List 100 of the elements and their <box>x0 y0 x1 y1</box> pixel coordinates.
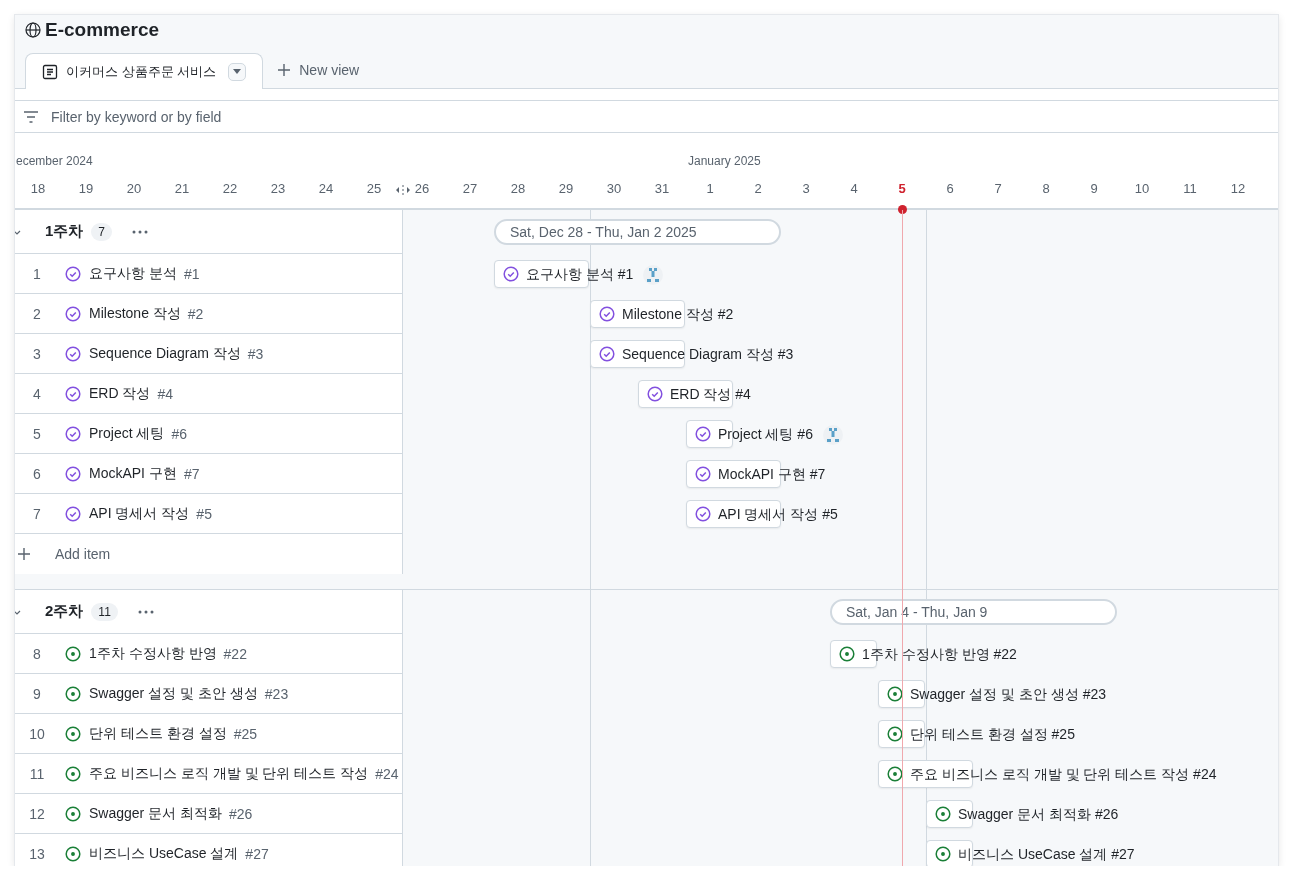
item-title[interactable]: Swagger 설정 및 초안 생성 <box>89 684 258 703</box>
table-icon <box>42 63 58 80</box>
count-badge: 11 <box>91 602 118 621</box>
completed-icon <box>599 306 615 322</box>
timeline-bar[interactable] <box>638 380 733 408</box>
completed-icon <box>695 426 711 442</box>
row-number: 5 <box>32 425 42 442</box>
item-title[interactable]: ERD 작성 <box>89 384 151 403</box>
day-label: 20 <box>126 181 142 196</box>
bar-label: 주요 비즈니스 로직 개발 및 단위 테스트 작성 #24 <box>910 766 1217 784</box>
add-item-button[interactable]: Add item <box>55 546 111 562</box>
row-number: 9 <box>32 685 42 702</box>
completed-icon <box>65 345 81 362</box>
day-label: 9 <box>1090 181 1098 196</box>
day-label: 23 <box>270 181 286 196</box>
item-title[interactable]: 요구사항 분석 <box>89 264 177 283</box>
issue-number: #2 <box>187 305 204 322</box>
kebab-icon <box>132 229 149 234</box>
day-label: 27 <box>462 181 478 196</box>
day-label: 24 <box>318 181 334 196</box>
row-number: 2 <box>32 305 42 322</box>
item-title[interactable]: 1주차 수정사항 반영 <box>89 644 217 663</box>
completed-icon <box>65 505 81 522</box>
open-issue-icon <box>839 646 855 662</box>
completed-icon <box>65 425 81 442</box>
open-issue-icon <box>935 846 951 862</box>
timeline-bar[interactable] <box>494 260 589 288</box>
plus-icon <box>277 63 292 77</box>
day-label: 12 <box>1230 181 1246 196</box>
completed-icon <box>695 506 711 522</box>
bar-label: 1주차 수정사항 반영 #22 <box>862 646 1017 664</box>
day-label: 8 <box>1042 181 1050 196</box>
day-label: 21 <box>174 181 190 196</box>
resize-handle-icon[interactable] <box>396 185 410 195</box>
open-issue-icon <box>65 765 81 782</box>
completed-icon <box>65 385 81 402</box>
day-label: 2 <box>754 181 762 196</box>
item-title[interactable]: Milestone 작성 <box>89 304 181 323</box>
item-title[interactable]: 비즈니스 UseCase 설계 <box>89 844 239 863</box>
item-title[interactable]: API 명세서 작성 <box>89 504 190 523</box>
bar-label: 요구사항 분석 #1 <box>526 266 634 284</box>
row-number: 6 <box>32 465 42 482</box>
row-number: 12 <box>28 805 46 822</box>
issue-number: #6 <box>171 425 188 442</box>
project-title: E-commerce <box>45 19 160 41</box>
day-label: 3 <box>802 181 810 196</box>
open-issue-icon <box>65 725 81 742</box>
month-label: January 2025 <box>688 154 761 168</box>
item-title[interactable]: Sequence Diagram 작성 <box>89 344 241 363</box>
item-title[interactable]: 주요 비즈니스 로직 개발 및 단위 테스트 작성 <box>89 764 369 783</box>
issue-number: #27 <box>245 845 269 862</box>
view-tab[interactable]: 이커머스 상품주문 서비스 <box>25 53 264 89</box>
timeline-bar[interactable] <box>686 460 781 488</box>
item-title[interactable]: 단위 테스트 환경 설정 <box>89 724 227 743</box>
day-label: 18 <box>30 181 46 196</box>
issue-number: #4 <box>157 385 174 402</box>
bar-label: MockAPI 구현 #7 <box>718 466 826 484</box>
open-issue-icon <box>65 845 81 862</box>
row-number: 8 <box>32 645 42 662</box>
day-label: 30 <box>606 181 622 196</box>
open-issue-icon <box>887 766 903 782</box>
day-label: 29 <box>558 181 574 196</box>
group-title: 1주차 <box>45 222 84 241</box>
day-label: 22 <box>222 181 238 196</box>
day-label: 4 <box>850 181 858 196</box>
open-issue-icon <box>65 805 81 822</box>
row-number: 11 <box>28 765 46 782</box>
row-number: 3 <box>32 345 42 362</box>
issue-number: #22 <box>223 645 247 662</box>
item-title[interactable]: Project 세팅 <box>89 424 165 443</box>
item-title[interactable]: Swagger 문서 최적화 <box>89 804 223 823</box>
bar-label: ERD 작성 #4 <box>670 386 751 404</box>
date-range-pill: Sat, Dec 28 - Thu, Jan 2 2025 <box>494 219 781 245</box>
dropdown-button[interactable] <box>228 62 247 81</box>
day-label: 6 <box>946 181 954 196</box>
day-label: 7 <box>994 181 1002 196</box>
day-label: 10 <box>1134 181 1150 196</box>
completed-icon <box>65 265 81 282</box>
filter-icon <box>23 110 39 123</box>
new-view-button[interactable]: New view <box>263 52 374 88</box>
day-label: 1 <box>706 181 714 196</box>
timeline-bar[interactable] <box>590 340 685 368</box>
bar-label: 단위 테스트 환경 설정 #25 <box>910 726 1075 744</box>
completed-icon <box>65 305 81 322</box>
bar-label: Swagger 설정 및 초안 생성 #23 <box>910 686 1107 704</box>
item-title[interactable]: MockAPI 구현 <box>89 464 177 483</box>
month-label: ecember 2024 <box>16 154 93 168</box>
timeline-bar[interactable] <box>590 300 685 328</box>
globe-icon <box>25 22 41 38</box>
filter-field[interactable]: Filter by keyword or by field <box>49 107 453 126</box>
caret-icon <box>233 69 242 74</box>
bar-label: API 명세서 작성 #5 <box>718 506 838 524</box>
row-number: 1 <box>32 265 42 282</box>
open-issue-icon <box>65 685 81 702</box>
completed-icon <box>599 346 615 362</box>
issue-number: #26 <box>229 805 253 822</box>
bar-label: Sequence Diagram 작성 #3 <box>622 346 794 364</box>
open-issue-icon <box>935 806 951 822</box>
completed-icon <box>65 465 81 482</box>
issue-number: #23 <box>264 685 289 702</box>
